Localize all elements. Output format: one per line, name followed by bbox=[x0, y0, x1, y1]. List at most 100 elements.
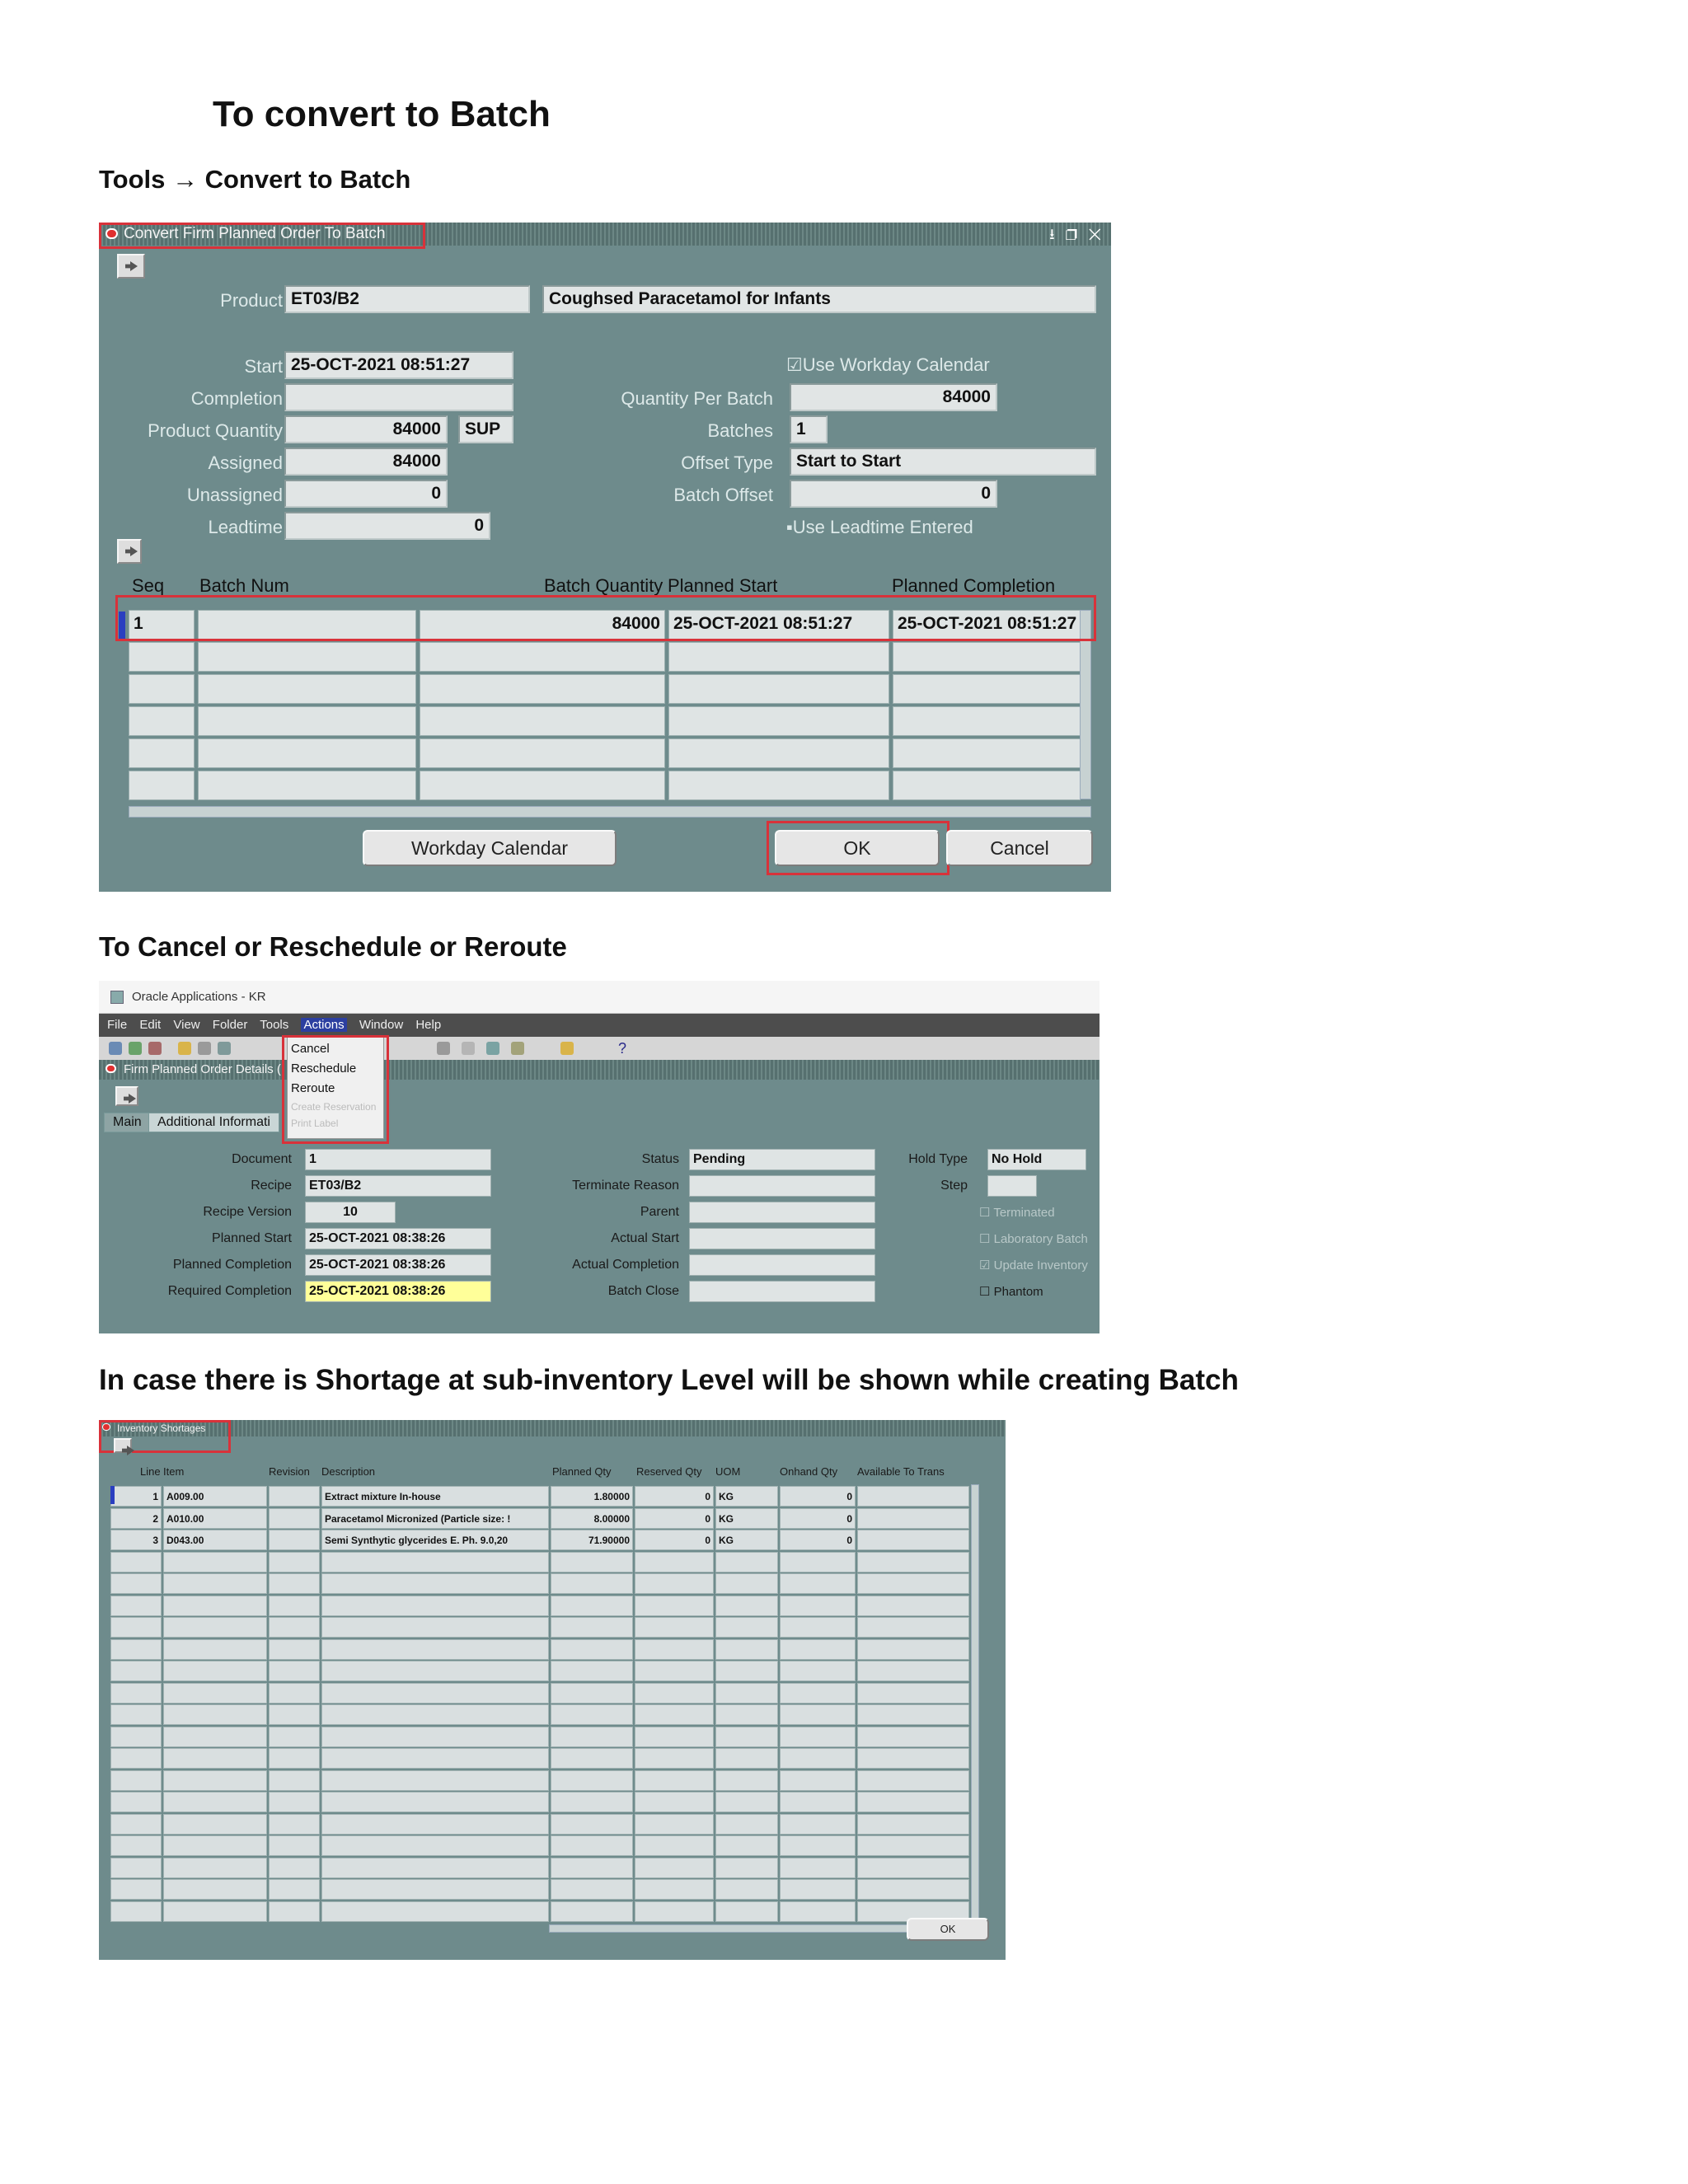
shortage-cell-r8-c2[interactable] bbox=[269, 1661, 320, 1681]
batch-cell-r5-c4[interactable] bbox=[893, 771, 1081, 800]
shortage-cell-r13-c5[interactable] bbox=[635, 1769, 714, 1791]
clear-icon[interactable] bbox=[117, 539, 142, 564]
batch-cell-r2-c2[interactable] bbox=[420, 674, 665, 704]
shortage-cell-r19-c0[interactable] bbox=[110, 1900, 162, 1922]
shortage-cell-r6-c0[interactable] bbox=[110, 1617, 162, 1638]
recipe-field[interactable]: ET03/B2 bbox=[305, 1175, 491, 1197]
step-field[interactable] bbox=[987, 1175, 1037, 1197]
shortage-cell-r5-c7[interactable] bbox=[780, 1595, 856, 1616]
shortage-cell-r15-c0[interactable] bbox=[110, 1813, 162, 1835]
shortage-cell-r4-c4[interactable] bbox=[551, 1573, 633, 1594]
shortage-cell-r5-c0[interactable] bbox=[110, 1595, 162, 1616]
batch-cell-r3-c2[interactable] bbox=[420, 706, 665, 736]
shortage-cell-r15-c2[interactable] bbox=[269, 1813, 320, 1835]
shortage-cell-r14-c6[interactable] bbox=[715, 1792, 778, 1812]
shortage-cell-r11-c2[interactable] bbox=[269, 1726, 320, 1747]
batch-cell-r4-c2[interactable] bbox=[420, 738, 665, 768]
shortage-cell-r7-c3[interactable] bbox=[321, 1638, 549, 1660]
shortage-cell-r3-c6[interactable] bbox=[715, 1551, 778, 1572]
shortage-cell-r8-c4[interactable] bbox=[551, 1661, 633, 1681]
shortage-cell-r7-c0[interactable] bbox=[110, 1638, 162, 1660]
shortage-cell-r18-c3[interactable] bbox=[321, 1879, 549, 1900]
shortage-cell-r10-c2[interactable] bbox=[269, 1704, 320, 1725]
shortage-cell-r11-c7[interactable] bbox=[780, 1726, 856, 1747]
shortage-cell-r10-c4[interactable] bbox=[551, 1704, 633, 1725]
shortage-cell-r7-c5[interactable] bbox=[635, 1638, 714, 1660]
shortage-cell-r3-c1[interactable] bbox=[163, 1551, 267, 1572]
uom-field[interactable]: SUP bbox=[458, 415, 513, 443]
shortage-cell-r1-c2[interactable] bbox=[269, 1507, 320, 1529]
shortage-cell-r5-c3[interactable] bbox=[321, 1595, 549, 1616]
shortage-cell-r18-c2[interactable] bbox=[269, 1879, 320, 1900]
shortage-cell-r16-c4[interactable] bbox=[551, 1835, 633, 1856]
planned-start-field[interactable]: 25-OCT-2021 08:38:26 bbox=[305, 1228, 491, 1249]
shortage-cell-r5-c1[interactable] bbox=[163, 1595, 267, 1616]
start-field[interactable]: 25-OCT-2021 08:51:27 bbox=[284, 351, 513, 379]
shortage-cell-r2-c6[interactable]: KG bbox=[715, 1530, 778, 1550]
shortage-cell-r18-c0[interactable] bbox=[110, 1879, 162, 1900]
workday-calendar-button[interactable]: Workday Calendar bbox=[363, 830, 617, 866]
toolbar-icon[interactable] bbox=[117, 254, 145, 279]
shortage-cell-r16-c8[interactable] bbox=[857, 1835, 969, 1856]
shortage-cell-r13-c0[interactable] bbox=[110, 1769, 162, 1791]
shortage-cell-r15-c4[interactable] bbox=[551, 1813, 633, 1835]
shortage-cell-r16-c5[interactable] bbox=[635, 1835, 714, 1856]
batch-cell-r4-c3[interactable] bbox=[668, 738, 889, 768]
shortage-cell-r19-c4[interactable] bbox=[551, 1900, 633, 1922]
parent-field[interactable] bbox=[689, 1202, 875, 1223]
planned-completion-field[interactable]: 25-OCT-2021 08:38:26 bbox=[305, 1254, 491, 1276]
shortage-cell-r2-c5[interactable]: 0 bbox=[635, 1530, 714, 1550]
shortage-cell-r17-c1[interactable] bbox=[163, 1857, 267, 1878]
shortage-cell-r6-c3[interactable] bbox=[321, 1617, 549, 1638]
shortage-cell-r12-c8[interactable] bbox=[857, 1748, 969, 1769]
batch-cell-r4-c0[interactable] bbox=[129, 738, 195, 768]
shortage-cell-r15-c8[interactable] bbox=[857, 1813, 969, 1835]
horizontal-scrollbar[interactable] bbox=[129, 806, 1091, 818]
batch-cell-r2-c1[interactable] bbox=[198, 674, 416, 704]
toolbar-icon[interactable] bbox=[115, 1086, 138, 1106]
shortage-cell-r6-c2[interactable] bbox=[269, 1617, 320, 1638]
shortage-cell-r3-c0[interactable] bbox=[110, 1551, 162, 1572]
shortage-cell-r15-c7[interactable] bbox=[780, 1813, 856, 1835]
clear-record-icon[interactable] bbox=[462, 1042, 475, 1055]
shortage-cell-r14-c1[interactable] bbox=[163, 1792, 267, 1812]
shortage-cell-r13-c1[interactable] bbox=[163, 1769, 267, 1791]
menu-view[interactable]: View bbox=[173, 1018, 199, 1032]
ok-button[interactable]: OK bbox=[907, 1918, 989, 1941]
shortage-cell-r7-c2[interactable] bbox=[269, 1638, 320, 1660]
batch-cell-r5-c3[interactable] bbox=[668, 771, 889, 800]
shortage-cell-r1-c1[interactable]: A010.00 bbox=[163, 1507, 267, 1529]
shortage-cell-r5-c8[interactable] bbox=[857, 1595, 969, 1616]
shortage-cell-r13-c4[interactable] bbox=[551, 1769, 633, 1791]
hold-type-select[interactable]: No Hold bbox=[987, 1149, 1086, 1170]
shortage-cell-r12-c3[interactable] bbox=[321, 1748, 549, 1769]
shortage-cell-r4-c0[interactable] bbox=[110, 1573, 162, 1594]
shortage-cell-r2-c3[interactable]: Semi Synthytic glycerides E. Ph. 9.0,20 bbox=[321, 1530, 549, 1550]
shortage-cell-r4-c8[interactable] bbox=[857, 1573, 969, 1594]
shortage-cell-r6-c4[interactable] bbox=[551, 1617, 633, 1638]
shortage-cell-r8-c7[interactable] bbox=[780, 1661, 856, 1681]
shortage-cell-r10-c5[interactable] bbox=[635, 1704, 714, 1725]
assigned-field[interactable]: 84000 bbox=[284, 448, 448, 476]
product-quantity-field[interactable]: 84000 bbox=[284, 415, 448, 443]
shortage-cell-r0-c7[interactable]: 0 bbox=[780, 1486, 856, 1507]
shortage-cell-r1-c4[interactable]: 8.00000 bbox=[551, 1507, 633, 1529]
shortage-cell-r17-c2[interactable] bbox=[269, 1857, 320, 1878]
shortage-cell-r3-c3[interactable] bbox=[321, 1551, 549, 1572]
batch-cell-r1-c2[interactable] bbox=[420, 642, 665, 672]
shortage-cell-r14-c7[interactable] bbox=[780, 1792, 856, 1812]
shortage-cell-r14-c5[interactable] bbox=[635, 1792, 714, 1812]
shortage-cell-r7-c4[interactable] bbox=[551, 1638, 633, 1660]
shortage-cell-r15-c6[interactable] bbox=[715, 1813, 778, 1835]
batch-cell-r3-c4[interactable] bbox=[893, 706, 1081, 736]
shortage-cell-r16-c1[interactable] bbox=[163, 1835, 267, 1856]
shortage-cell-r17-c8[interactable] bbox=[857, 1857, 969, 1878]
shortage-cell-r5-c6[interactable] bbox=[715, 1595, 778, 1616]
shortage-cell-r19-c1[interactable] bbox=[163, 1900, 267, 1922]
shortage-cell-r1-c7[interactable]: 0 bbox=[780, 1507, 856, 1529]
tab-main[interactable]: Main bbox=[104, 1113, 151, 1132]
shortage-cell-r0-c6[interactable]: KG bbox=[715, 1486, 778, 1507]
find-icon[interactable] bbox=[178, 1042, 191, 1055]
shortage-cell-r17-c6[interactable] bbox=[715, 1857, 778, 1878]
batch-cell-r1-c0[interactable] bbox=[129, 642, 195, 672]
